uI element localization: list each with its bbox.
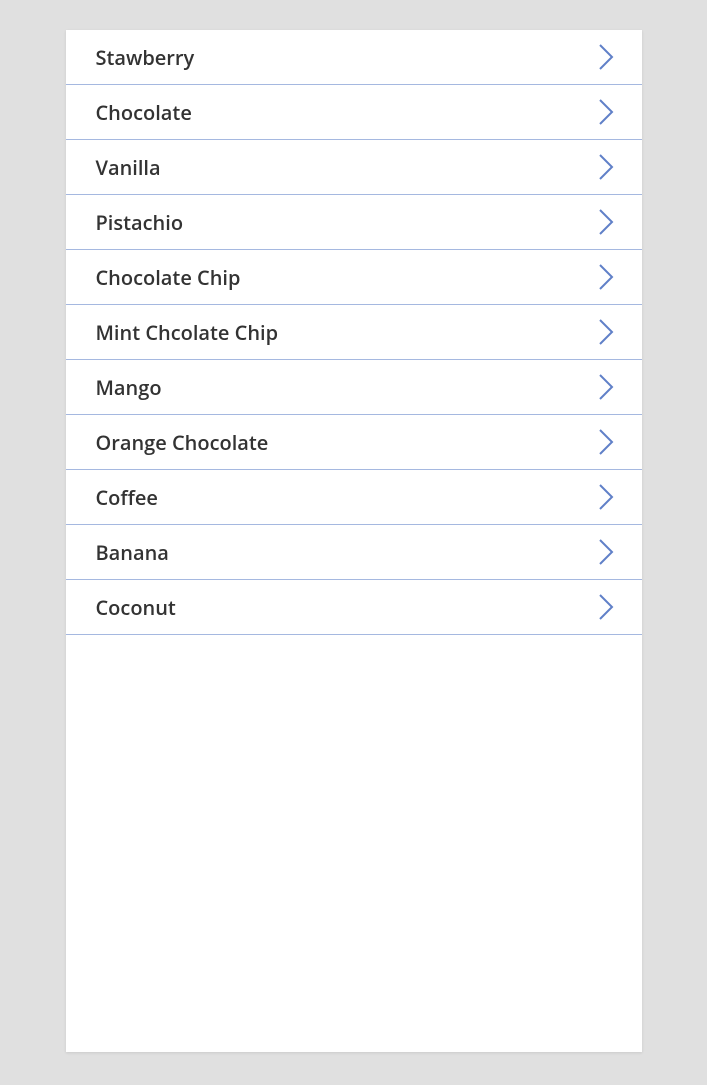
list-item-label: Mango — [96, 374, 162, 401]
list-item-label: Chocolate — [96, 99, 192, 126]
list-item[interactable]: Pistachio — [66, 195, 642, 250]
chevron-right-icon — [598, 43, 614, 71]
chevron-right-icon — [598, 318, 614, 346]
chevron-right-icon — [598, 208, 614, 236]
chevron-right-icon — [598, 153, 614, 181]
list-item[interactable]: Coconut — [66, 580, 642, 635]
list-item-label: Coconut — [96, 594, 176, 621]
list-item[interactable]: Stawberry — [66, 30, 642, 85]
list-item-label: Vanilla — [96, 154, 161, 181]
list-item[interactable]: Mint Chcolate Chip — [66, 305, 642, 360]
list-item[interactable]: Banana — [66, 525, 642, 580]
list-item-label: Coffee — [96, 484, 158, 511]
list-item[interactable]: Chocolate Chip — [66, 250, 642, 305]
list-item-label: Chocolate Chip — [96, 264, 241, 291]
list-item[interactable]: Orange Chocolate — [66, 415, 642, 470]
chevron-right-icon — [598, 428, 614, 456]
list-item[interactable]: Mango — [66, 360, 642, 415]
list-item-label: Banana — [96, 539, 169, 566]
chevron-right-icon — [598, 593, 614, 621]
list-item[interactable]: Chocolate — [66, 85, 642, 140]
list-item-label: Orange Chocolate — [96, 429, 269, 456]
list-item-label: Mint Chcolate Chip — [96, 319, 279, 346]
list-container: Stawberry Chocolate Vanilla Pistachio Ch… — [66, 30, 642, 1052]
chevron-right-icon — [598, 538, 614, 566]
chevron-right-icon — [598, 483, 614, 511]
list-item[interactable]: Vanilla — [66, 140, 642, 195]
chevron-right-icon — [598, 263, 614, 291]
list-item-label: Stawberry — [96, 44, 195, 71]
list-item[interactable]: Coffee — [66, 470, 642, 525]
list-item-label: Pistachio — [96, 209, 184, 236]
flavor-list: Stawberry Chocolate Vanilla Pistachio Ch… — [66, 30, 642, 635]
chevron-right-icon — [598, 98, 614, 126]
chevron-right-icon — [598, 373, 614, 401]
